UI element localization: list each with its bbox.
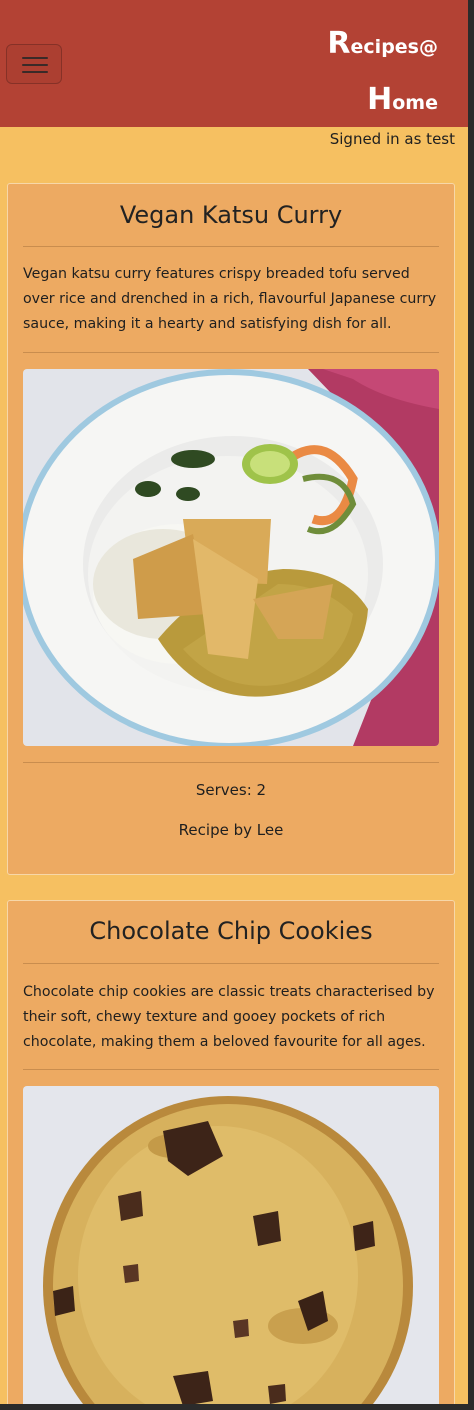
divider (23, 1069, 439, 1070)
menu-toggle-button[interactable] (6, 44, 62, 84)
signed-in-status: Signed in as test (329, 130, 455, 148)
recipe-author: Recipe by Lee (178, 821, 284, 839)
recipe-description: Vegan katsu curry features crispy breade… (23, 266, 437, 332)
divider (23, 352, 439, 353)
brand-text-home: ome (392, 92, 438, 114)
navbar: Recipes@ Home (0, 0, 468, 127)
divider (23, 963, 439, 964)
recipe-card[interactable]: Chocolate Chip Cookies Chocolate chip co… (7, 900, 455, 1404)
divider (23, 762, 439, 763)
serves-count: Serves: 2 (195, 781, 267, 799)
hamburger-menu-icon-bar (22, 71, 48, 73)
hamburger-menu-icon (22, 57, 48, 59)
chocolate-chip-cookie-photo[interactable] (23, 1086, 439, 1404)
divider (23, 246, 439, 247)
recipe-title[interactable]: Vegan Katsu Curry (8, 201, 454, 229)
chocolate-chip-cookie-image (23, 1086, 439, 1404)
brand-initial-r: R (327, 26, 351, 61)
katsu-curry-image (23, 369, 439, 746)
recipe-title[interactable]: Chocolate Chip Cookies (8, 917, 454, 945)
hamburger-menu-icon-bar (22, 64, 48, 66)
brand-logo-link[interactable]: Recipes@ Home (288, 18, 438, 130)
katsu-curry-photo[interactable] (23, 369, 439, 746)
recipe-card[interactable]: Vegan Katsu Curry Vegan katsu curry feat… (7, 183, 455, 875)
brand-initial-h: H (367, 82, 393, 117)
brand-text-recipes: ecipes@ (350, 36, 438, 58)
recipe-description: Chocolate chip cookies are classic treat… (23, 984, 435, 1050)
page: Recipes@ Home Signed in as test Vegan Ka… (0, 0, 468, 1404)
